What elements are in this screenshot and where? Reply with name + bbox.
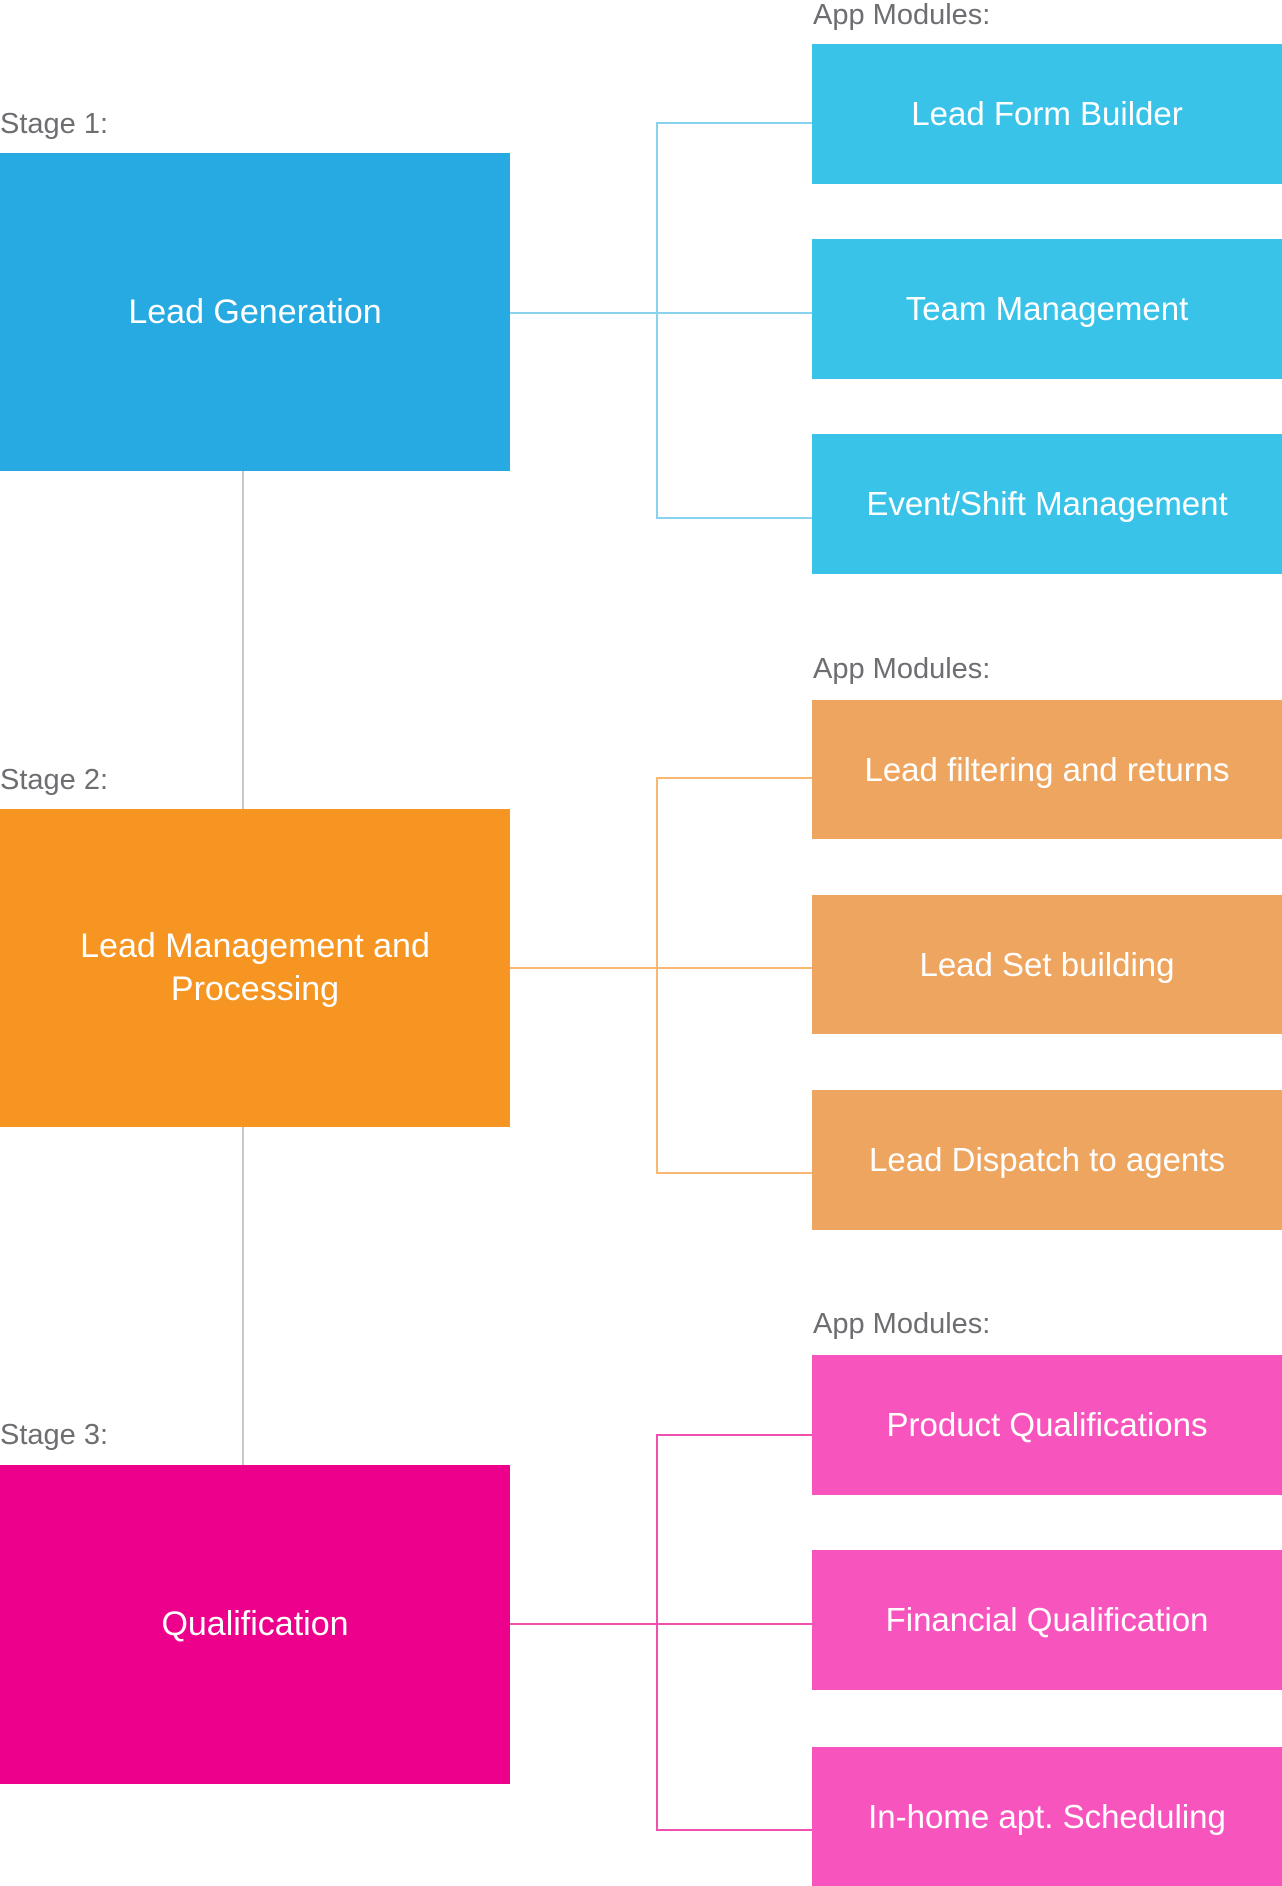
module-lead-form-builder[interactable]: Lead Form Builder	[812, 44, 1282, 184]
connector-stage-to-bracket	[510, 1623, 657, 1625]
connector-module-2	[656, 967, 812, 969]
connector-stage-to-bracket	[510, 312, 657, 314]
module-lead-set-building[interactable]: Lead Set building	[812, 895, 1282, 1034]
module-in-home-apt-scheduling[interactable]: In-home apt. Scheduling	[812, 1747, 1282, 1886]
stage-link-1-2	[242, 471, 244, 809]
stage-box-lead-management[interactable]: Lead Management and Processing	[0, 809, 510, 1127]
connector-module-2	[656, 1623, 812, 1625]
module-event-shift-management[interactable]: Event/Shift Management	[812, 434, 1282, 574]
stage-label: Stage 1:	[0, 108, 109, 140]
connector-stage-to-bracket	[510, 967, 657, 969]
module-product-qualifications[interactable]: Product Qualifications	[812, 1355, 1282, 1495]
connector-module-1	[656, 777, 812, 779]
module-team-management[interactable]: Team Management	[812, 239, 1282, 379]
module-financial-qualification[interactable]: Financial Qualification	[812, 1550, 1282, 1690]
app-modules-label: App Modules:	[813, 0, 991, 31]
connector-module-3	[656, 1829, 812, 1831]
stage-box-qualification[interactable]: Qualification	[0, 1465, 510, 1784]
connector-module-2	[656, 312, 812, 314]
module-lead-dispatch-to-agents[interactable]: Lead Dispatch to agents	[812, 1090, 1282, 1230]
connector-module-3	[656, 1172, 812, 1174]
connector-module-3	[656, 517, 812, 519]
connector-bracket-vertical	[656, 778, 658, 1174]
connector-module-1	[656, 1434, 812, 1436]
app-modules-label: App Modules:	[813, 1308, 991, 1340]
module-lead-filtering-and-returns[interactable]: Lead filtering and returns	[812, 700, 1282, 839]
connector-bracket-vertical	[656, 123, 658, 519]
app-modules-label: App Modules:	[813, 653, 991, 685]
stage-label: Stage 2:	[0, 764, 109, 796]
stage-box-lead-generation[interactable]: Lead Generation	[0, 153, 510, 471]
connector-bracket-vertical	[656, 1434, 658, 1831]
stage-link-2-3	[242, 1127, 244, 1465]
connector-module-1	[656, 122, 812, 124]
stage-label: Stage 3:	[0, 1419, 109, 1451]
